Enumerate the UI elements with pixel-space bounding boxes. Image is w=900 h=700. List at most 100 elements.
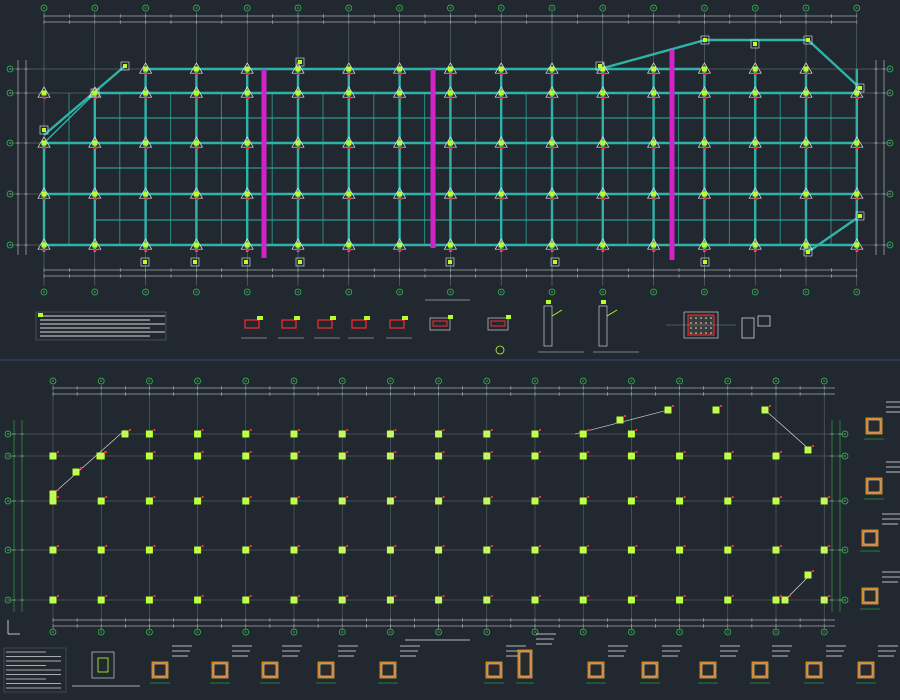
rebar-tag (789, 595, 791, 597)
rebar-tag (769, 405, 771, 407)
column-section-inner (381, 663, 395, 677)
rebar-tag (703, 97, 707, 99)
rebar-tag (93, 249, 97, 251)
rebar-tag (105, 595, 108, 597)
rebar-tag (246, 249, 250, 251)
rebar-dot (710, 317, 712, 319)
rebar-tag (731, 545, 734, 547)
column (92, 191, 98, 197)
rebar-tag (652, 147, 656, 149)
section-tag (364, 316, 370, 320)
rebar-tag (298, 595, 300, 597)
column (447, 90, 453, 96)
rebar-tag (731, 451, 734, 453)
column (193, 140, 199, 146)
column (498, 90, 504, 96)
column (244, 260, 248, 264)
rebar-dot (695, 317, 697, 319)
column (483, 596, 491, 604)
cad-drawing-canvas[interactable] (0, 0, 900, 700)
rebar-tag (57, 595, 59, 597)
rebar-tag (153, 429, 156, 431)
rebar-dot (690, 317, 692, 319)
rebar-tag (297, 97, 300, 99)
column (701, 242, 707, 248)
column (194, 452, 202, 460)
rebar-tag (195, 73, 199, 75)
rebar-tag (144, 249, 148, 251)
column-section-inner (863, 531, 877, 545)
rebar-tag (539, 429, 541, 431)
column (820, 546, 828, 554)
column (397, 90, 403, 96)
column (627, 596, 635, 604)
rebar-tag (398, 73, 402, 75)
rebar-dot (705, 327, 707, 329)
column (338, 596, 346, 604)
rebar-tag (347, 147, 351, 149)
column (803, 90, 809, 96)
rebar-tag (500, 97, 504, 99)
column (724, 546, 732, 554)
column (397, 242, 403, 248)
rebar-tag (346, 496, 349, 498)
column (712, 406, 720, 414)
rebar-tag (683, 496, 686, 498)
rebar-tag (105, 545, 108, 547)
column (435, 546, 443, 554)
column (854, 242, 860, 248)
column (41, 140, 47, 146)
rebar-tag (249, 545, 252, 547)
column (295, 242, 301, 248)
column (549, 90, 555, 96)
note-marker (38, 313, 43, 317)
column (772, 596, 780, 604)
rebar-tag (683, 451, 686, 453)
column (242, 546, 250, 554)
column (338, 546, 346, 554)
rebar-tag (855, 198, 859, 200)
rebar-tag (144, 97, 148, 99)
rebar-tag (828, 545, 831, 547)
column-section-inner (859, 663, 873, 677)
rebar-tag (754, 147, 758, 149)
rebar-tag (43, 97, 46, 99)
rebar-tag (780, 496, 782, 498)
rebar-tag (703, 147, 707, 149)
rebar-dot (705, 322, 707, 324)
column (386, 430, 394, 438)
rebar-tag (129, 429, 131, 431)
rebar-tag (587, 545, 590, 547)
rebar-dot (705, 317, 707, 319)
rebar-tag (551, 249, 554, 251)
rebar-tag (551, 198, 554, 200)
column (244, 242, 250, 248)
column (242, 430, 250, 438)
column (724, 596, 732, 604)
rebar-tag (43, 147, 46, 149)
column (96, 452, 104, 460)
column (549, 242, 555, 248)
rebar-tag (551, 73, 554, 75)
column (397, 191, 403, 197)
rebar-tag (500, 249, 504, 251)
rebar-dot (700, 317, 702, 319)
rebar-tag (539, 451, 541, 453)
rebar-tag (398, 249, 402, 251)
column (701, 140, 707, 146)
column-section-inner (319, 663, 333, 677)
column-section-inner (213, 663, 227, 677)
column (752, 140, 758, 146)
rebar-tag (442, 595, 445, 597)
column-section-inner (807, 663, 821, 677)
column (41, 191, 47, 197)
column (290, 546, 298, 554)
column (49, 596, 57, 604)
section-tag (546, 300, 551, 304)
rebar-tag (490, 451, 493, 453)
rebar-tag (490, 429, 493, 431)
column-section-inner (263, 663, 277, 677)
column (92, 242, 98, 248)
rebar-tag (153, 451, 156, 453)
rebar-dot (695, 332, 697, 334)
